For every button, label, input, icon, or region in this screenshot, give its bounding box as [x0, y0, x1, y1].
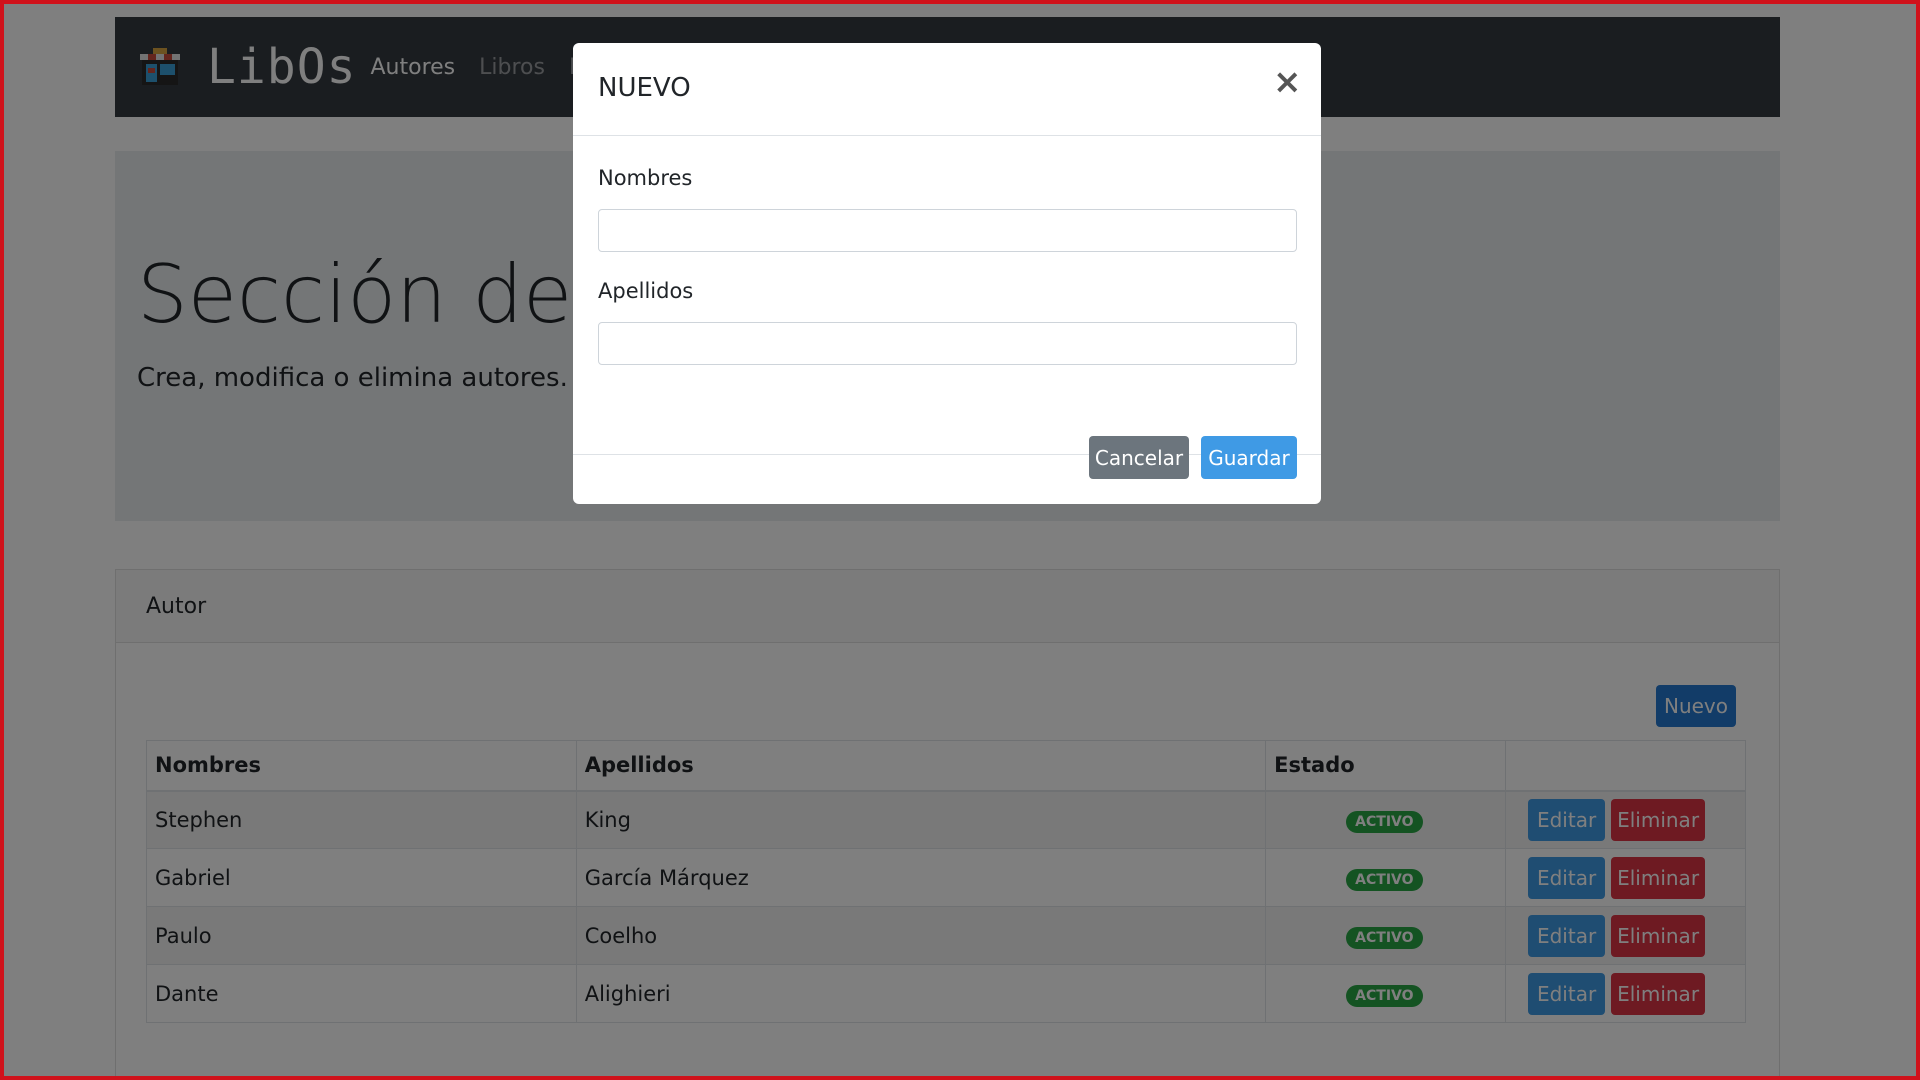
- modal-body: Nombres Apellidos: [573, 136, 1321, 455]
- new-author-modal: NUEVO × Nombres Apellidos Cancelar Guard…: [573, 43, 1321, 504]
- cancel-button[interactable]: Cancelar: [1089, 436, 1189, 479]
- close-icon[interactable]: ×: [1273, 65, 1302, 99]
- apellidos-label: Apellidos: [598, 279, 694, 303]
- modal-title: NUEVO: [598, 73, 691, 103]
- apellidos-input[interactable]: [598, 322, 1297, 365]
- save-button[interactable]: Guardar: [1201, 436, 1297, 479]
- nombres-label: Nombres: [598, 166, 693, 190]
- nombres-input[interactable]: [598, 209, 1297, 252]
- modal-header: NUEVO ×: [573, 43, 1321, 136]
